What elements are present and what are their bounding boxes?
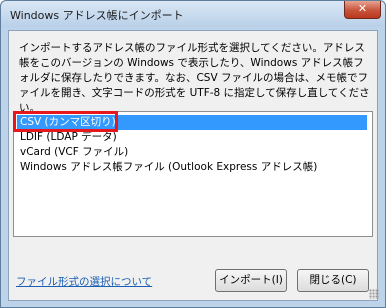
window-close-button[interactable]: ✕	[344, 1, 381, 19]
window-title: Windows アドレス帳にインポート	[10, 9, 184, 22]
list-item-ldif[interactable]: LDIF (LDAP データ)	[17, 130, 367, 145]
close-button[interactable]: 閉じる(C)	[297, 269, 369, 292]
import-button[interactable]: インポート(I)	[215, 269, 287, 292]
close-icon: ✕	[357, 2, 368, 15]
instruction-text: インポートするアドレス帳のファイル形式を選択してください。アドレス帳をこのバージ…	[19, 42, 370, 114]
list-item-csv[interactable]: CSV (カンマ区切り)	[17, 115, 367, 130]
format-help-link[interactable]: ファイル形式の選択について	[16, 274, 152, 289]
list-item-vcard[interactable]: vCard (VCF ファイル)	[17, 145, 367, 160]
file-format-list[interactable]: CSV (カンマ区切り) LDIF (LDAP データ) vCard (VCF …	[13, 111, 373, 237]
resize-grip[interactable]	[369, 289, 379, 299]
title-bar[interactable]: Windows アドレス帳にインポート ✕	[1, 1, 385, 27]
dialog-client-area: インポートするアドレス帳のファイル形式を選択してください。アドレス帳をこのバージ…	[8, 30, 379, 301]
list-item-windows-address-book[interactable]: Windows アドレス帳ファイル (Outlook Express アドレス帳…	[17, 160, 367, 175]
import-dialog-window: Windows アドレス帳にインポート ✕ インポートするアドレス帳のファイル形…	[0, 0, 386, 308]
